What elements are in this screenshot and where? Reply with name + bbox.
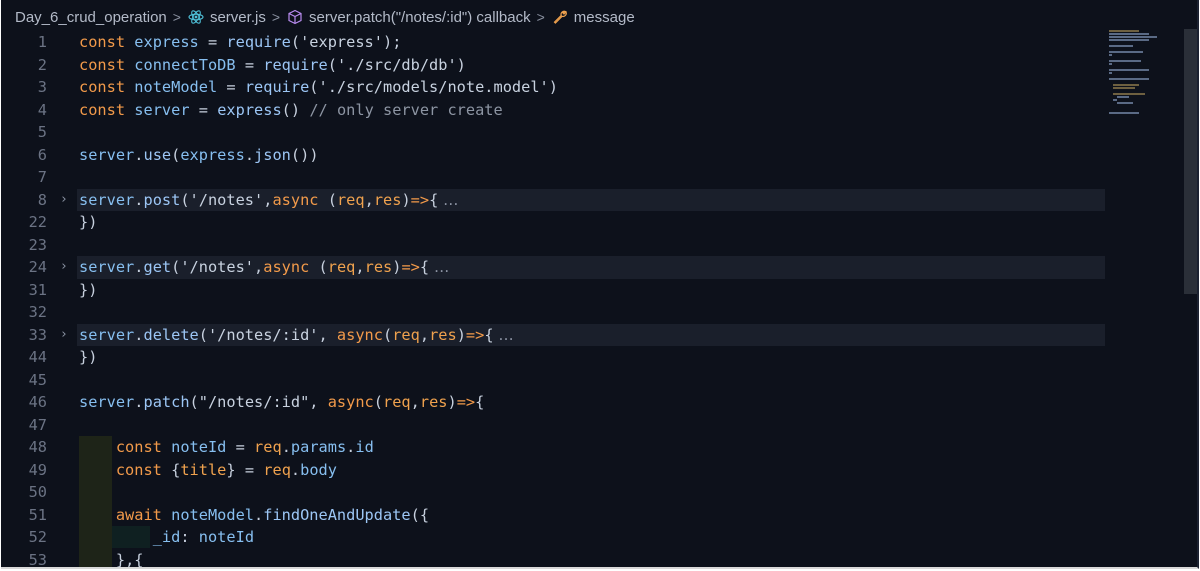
fold-chevron-icon[interactable]: ›	[57, 324, 71, 347]
breadcrumb-folder-label: Day_6_crud_operation	[15, 8, 167, 26]
line-number: 44	[28, 348, 47, 366]
line-number: 32	[28, 303, 47, 321]
breadcrumb-symbol-label: server.patch("/notes/:id") callback	[309, 8, 531, 26]
line-number: 24	[28, 258, 47, 276]
code-text: const connectToDB = require('./src/db/db…	[79, 55, 466, 74]
code-line[interactable]: 4 const server = express() // only server…	[1, 99, 1105, 122]
line-number: 33	[28, 325, 47, 344]
breadcrumb-file-label: server.js	[209, 8, 266, 26]
code-text: server.use(express.json())	[79, 145, 319, 164]
fold-chevron-icon[interactable]: ›	[57, 189, 71, 212]
code-text: })	[79, 280, 98, 299]
breadcrumb-folder[interactable]: Day_6_crud_operation	[15, 9, 167, 26]
minimap[interactable]	[1107, 28, 1189, 148]
code-text: await noteModel.findOneAndUpdate({	[115, 505, 430, 524]
code-line[interactable]: 52 _id: noteId	[1, 526, 1105, 549]
breadcrumb-separator-icon: >	[172, 9, 181, 25]
code-line[interactable]: 22})	[1, 211, 1105, 234]
code-text: })	[79, 348, 98, 366]
code-line[interactable]: 51 await noteModel.findOneAndUpdate({	[1, 504, 1105, 527]
code-line[interactable]: 3 const noteModel = require('./src/models…	[1, 76, 1105, 99]
folded-ellipsis-icon[interactable]: …	[494, 326, 513, 344]
line-number: 5	[37, 123, 47, 141]
code-line[interactable]: 1 const express = require('express');	[1, 31, 1105, 54]
method-cube-icon	[286, 8, 304, 26]
code-line[interactable]: 48 const noteId = req.params.id	[1, 436, 1105, 459]
code-text: const noteId = req.params.id	[115, 438, 374, 456]
code-text: server.delete('/notes/:id', async(req,re…	[79, 325, 514, 344]
editor-window: Day_6_crud_operation > server.js > serve…	[1, 0, 1199, 569]
vertical-scrollbar[interactable]	[1184, 29, 1197, 294]
code-line[interactable]: 31})	[1, 279, 1105, 302]
line-number: 53	[28, 550, 47, 569]
breadcrumb-leaf[interactable]: message	[551, 8, 635, 26]
code-editor[interactable]: 1 const express = require('express'); 2 con…	[1, 31, 1197, 569]
line-number: 6	[37, 145, 47, 164]
line-number: 50	[28, 483, 47, 501]
code-text: const express = require('express');	[79, 33, 402, 51]
code-line[interactable]: 50	[1, 481, 1105, 504]
line-number: 47	[28, 415, 47, 434]
wrench-icon	[551, 8, 569, 26]
code-line[interactable]: 32	[1, 301, 1105, 324]
line-number: 51	[28, 505, 47, 524]
breadcrumb-separator-icon: >	[271, 9, 281, 25]
folded-ellipsis-icon[interactable]: …	[429, 258, 449, 276]
code-text: server.get('/notes',async (req,res)=>{ …	[79, 258, 450, 276]
line-number: 3	[37, 78, 47, 96]
breadcrumb-separator-icon: >	[536, 9, 545, 25]
code-line-folded[interactable]: 24 › server.get('/notes',async (req,res)=>…	[1, 256, 1105, 279]
breadcrumb-file[interactable]: server.js	[187, 8, 266, 26]
breadcrumb-symbol[interactable]: server.patch("/notes/:id") callback	[286, 8, 531, 26]
code-text: server.patch("/notes/:id", async(req,res…	[79, 393, 485, 411]
code-text: })	[79, 213, 98, 231]
line-number: 48	[28, 438, 47, 456]
code-text: const noteModel = require('./src/models/…	[79, 78, 558, 96]
code-line[interactable]: 2 const connectToDB = require('./src/db/d…	[1, 54, 1105, 77]
line-number: 22	[28, 213, 47, 231]
line-number: 52	[28, 528, 47, 546]
line-number: 2	[37, 55, 47, 74]
folded-ellipsis-icon[interactable]: …	[438, 191, 458, 209]
line-number: 23	[28, 235, 47, 254]
code-text: _id: noteId	[152, 528, 255, 546]
code-line[interactable]: 5	[1, 121, 1105, 144]
code-text: const {title} = req.body	[115, 460, 337, 479]
code-line[interactable]: 46 server.patch("/notes/:id", async(req,r…	[1, 391, 1105, 414]
line-number: 4	[37, 100, 47, 119]
line-number: 8	[37, 190, 47, 209]
code-line[interactable]: 47	[1, 414, 1105, 437]
fold-chevron-icon[interactable]: ›	[57, 256, 71, 279]
breadcrumb-leaf-label: message	[573, 8, 635, 26]
line-number: 31	[28, 280, 47, 299]
code-line-folded[interactable]: 33 › server.delete('/notes/:id', async(req…	[1, 323, 1105, 347]
line-number: 46	[28, 393, 47, 411]
line-number: 45	[28, 370, 47, 389]
line-number: 7	[37, 168, 47, 186]
code-line-folded[interactable]: 8 › server.post('/notes',async (req,res)=>…	[1, 188, 1105, 212]
line-number: 49	[28, 460, 47, 479]
code-line[interactable]: 7	[1, 166, 1105, 189]
code-text: const server = express() // only server …	[79, 100, 503, 119]
code-line[interactable]: 6 server.use(express.json())	[1, 144, 1105, 167]
breadcrumb: Day_6_crud_operation > server.js > serve…	[1, 0, 1197, 34]
code-line[interactable]: 45	[1, 369, 1105, 392]
react-icon	[187, 8, 205, 26]
code-line[interactable]: 53 },{	[1, 549, 1105, 569]
code-text: },{	[115, 550, 144, 569]
code-line[interactable]: 23	[1, 234, 1105, 257]
code-text: server.post('/notes',async (req,res)=>{ …	[79, 190, 459, 209]
line-number: 1	[37, 33, 47, 51]
code-line[interactable]: 49 const {title} = req.body	[1, 459, 1105, 482]
code-line[interactable]: 44})	[1, 346, 1105, 369]
